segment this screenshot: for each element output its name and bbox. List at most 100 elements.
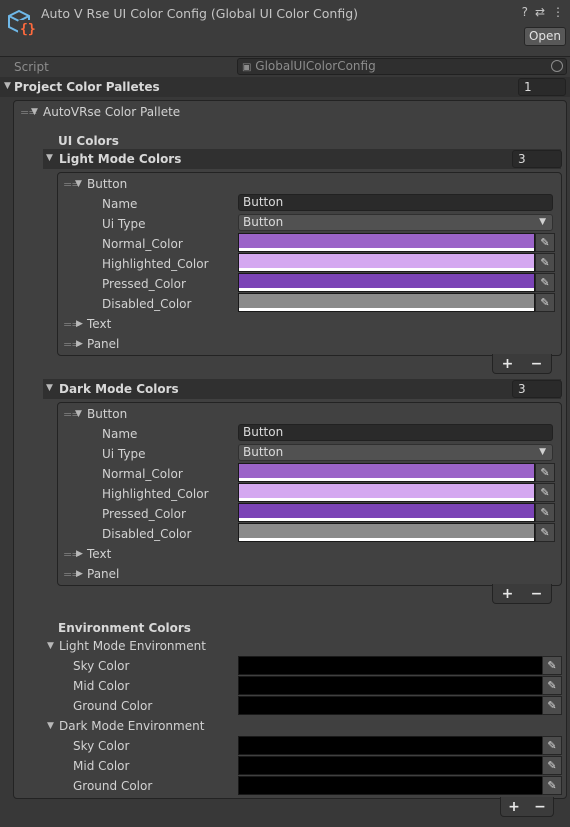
add-element-button[interactable]: +	[508, 799, 520, 815]
object-picker-icon[interactable]	[551, 60, 563, 72]
dark-sky-label: Sky Color	[73, 739, 130, 753]
light-text-foldout-icon[interactable]: ▶	[76, 319, 83, 329]
eyedropper-icon[interactable]: ✎	[535, 233, 555, 252]
dark-normal-swatch[interactable]	[238, 463, 535, 482]
dark-env-foldout-icon[interactable]: ▼	[47, 721, 54, 731]
eyedropper-icon[interactable]: ✎	[535, 253, 555, 272]
light-pressed-label: Pressed_Color	[102, 277, 186, 291]
light-list-controls: + −	[492, 354, 552, 374]
dark-button-label[interactable]: Button	[87, 407, 127, 421]
script-asset-icon: {}	[8, 9, 35, 37]
eyedropper-icon[interactable]: ✎	[535, 293, 555, 312]
dark-uitype-dropdown[interactable]: Button ▼	[238, 444, 553, 461]
light-name-input[interactable]: Button	[238, 194, 553, 211]
dark-sky-swatch[interactable]	[238, 736, 543, 755]
dark-disabled-swatch[interactable]	[238, 523, 535, 542]
ui-colors-label: UI Colors	[58, 134, 119, 148]
light-name-label: Name	[102, 197, 138, 211]
palettes-list-controls: + −	[500, 797, 554, 817]
light-env-label[interactable]: Light Mode Environment	[59, 639, 206, 653]
dark-name-input[interactable]: Button	[238, 424, 553, 441]
light-uitype-label: Ui Type	[102, 217, 146, 231]
eyedropper-icon[interactable]: ✎	[542, 676, 562, 695]
light-mid-swatch[interactable]	[238, 676, 543, 695]
dark-mode-label[interactable]: Dark Mode Colors	[59, 382, 179, 396]
palettes-foldout-icon[interactable]: ▼	[4, 81, 11, 91]
light-panel-label[interactable]: Panel	[87, 337, 119, 351]
eyedropper-icon[interactable]: ✎	[535, 503, 555, 522]
light-uitype-value: Button	[243, 215, 284, 229]
eyedropper-icon[interactable]: ✎	[542, 776, 562, 795]
dark-ground-label: Ground Color	[73, 779, 153, 793]
eyedropper-icon[interactable]: ✎	[535, 483, 555, 502]
dark-button-foldout-icon[interactable]: ▼	[75, 409, 82, 419]
light-env-foldout-icon[interactable]: ▼	[47, 641, 54, 651]
chevron-down-icon: ▼	[539, 447, 546, 457]
light-button-label[interactable]: Button	[87, 177, 127, 191]
dark-uitype-value: Button	[243, 445, 284, 459]
dark-pressed-label: Pressed_Color	[102, 507, 186, 521]
light-text-label[interactable]: Text	[87, 317, 111, 331]
dark-text-label[interactable]: Text	[87, 547, 111, 561]
dark-env-label[interactable]: Dark Mode Environment	[59, 719, 204, 733]
eyedropper-icon[interactable]: ✎	[542, 756, 562, 775]
eyedropper-icon[interactable]: ✎	[542, 656, 562, 675]
dark-highlighted-label: Highlighted_Color	[102, 487, 209, 501]
dark-normal-label: Normal_Color	[102, 467, 183, 481]
light-disabled-label: Disabled_Color	[102, 297, 192, 311]
eyedropper-icon[interactable]: ✎	[542, 736, 562, 755]
light-mode-count[interactable]: 3	[512, 150, 562, 168]
script-field[interactable]: ▣ GlobalUIColorConfig	[237, 58, 567, 75]
eyedropper-icon[interactable]: ✎	[542, 696, 562, 715]
light-highlighted-label: Highlighted_Color	[102, 257, 209, 271]
eyedropper-icon[interactable]: ✎	[535, 463, 555, 482]
add-element-button[interactable]: +	[502, 586, 514, 602]
dark-list-controls: + −	[492, 584, 552, 604]
light-sky-label: Sky Color	[73, 659, 130, 673]
dark-panel-label[interactable]: Panel	[87, 567, 119, 581]
open-button[interactable]: Open	[524, 27, 566, 46]
palette-foldout-icon[interactable]: ▼	[31, 107, 38, 117]
dark-highlighted-swatch[interactable]	[238, 483, 535, 502]
dark-mid-swatch[interactable]	[238, 756, 543, 775]
light-highlighted-swatch[interactable]	[238, 253, 535, 272]
dark-panel-foldout-icon[interactable]: ▶	[76, 569, 83, 579]
script-label: Script	[14, 60, 49, 74]
light-ground-swatch[interactable]	[238, 696, 543, 715]
palettes-label[interactable]: Project Color Palletes	[14, 80, 160, 94]
settings-icon[interactable]: ⇄	[535, 5, 545, 19]
chevron-down-icon: ▼	[539, 217, 546, 227]
light-ground-label: Ground Color	[73, 699, 153, 713]
light-button-foldout-icon[interactable]: ▼	[75, 179, 82, 189]
dark-pressed-swatch[interactable]	[238, 503, 535, 522]
light-normal-label: Normal_Color	[102, 237, 183, 251]
palettes-count[interactable]: 1	[518, 78, 566, 96]
light-sky-swatch[interactable]	[238, 656, 543, 675]
light-mid-label: Mid Color	[73, 679, 130, 693]
svg-text:{}: {}	[20, 22, 35, 37]
menu-icon[interactable]: ⋮	[552, 5, 564, 19]
light-normal-swatch[interactable]	[238, 233, 535, 252]
light-mode-label[interactable]: Light Mode Colors	[59, 152, 181, 166]
script-file-icon: ▣	[242, 62, 252, 73]
palette-element-label[interactable]: AutoVRse Color Pallete	[43, 105, 180, 119]
add-element-button[interactable]: +	[502, 356, 514, 372]
light-pressed-swatch[interactable]	[238, 273, 535, 292]
dark-mode-count[interactable]: 3	[512, 380, 562, 398]
header-icons: ? ⇄ ⋮	[522, 5, 564, 19]
env-colors-label: Environment Colors	[58, 621, 191, 635]
dark-disabled-label: Disabled_Color	[102, 527, 192, 541]
dark-ground-swatch[interactable]	[238, 776, 543, 795]
help-icon[interactable]: ?	[522, 5, 528, 19]
eyedropper-icon[interactable]: ✎	[535, 273, 555, 292]
eyedropper-icon[interactable]: ✎	[535, 523, 555, 542]
remove-element-button[interactable]: −	[531, 356, 543, 372]
light-panel-foldout-icon[interactable]: ▶	[76, 339, 83, 349]
remove-element-button[interactable]: −	[531, 586, 543, 602]
dark-mode-foldout-icon[interactable]: ▼	[46, 383, 53, 393]
light-mode-foldout-icon[interactable]: ▼	[46, 153, 53, 163]
remove-element-button[interactable]: −	[534, 799, 546, 815]
dark-text-foldout-icon[interactable]: ▶	[76, 549, 83, 559]
light-uitype-dropdown[interactable]: Button ▼	[238, 214, 553, 231]
light-disabled-swatch[interactable]	[238, 293, 535, 312]
